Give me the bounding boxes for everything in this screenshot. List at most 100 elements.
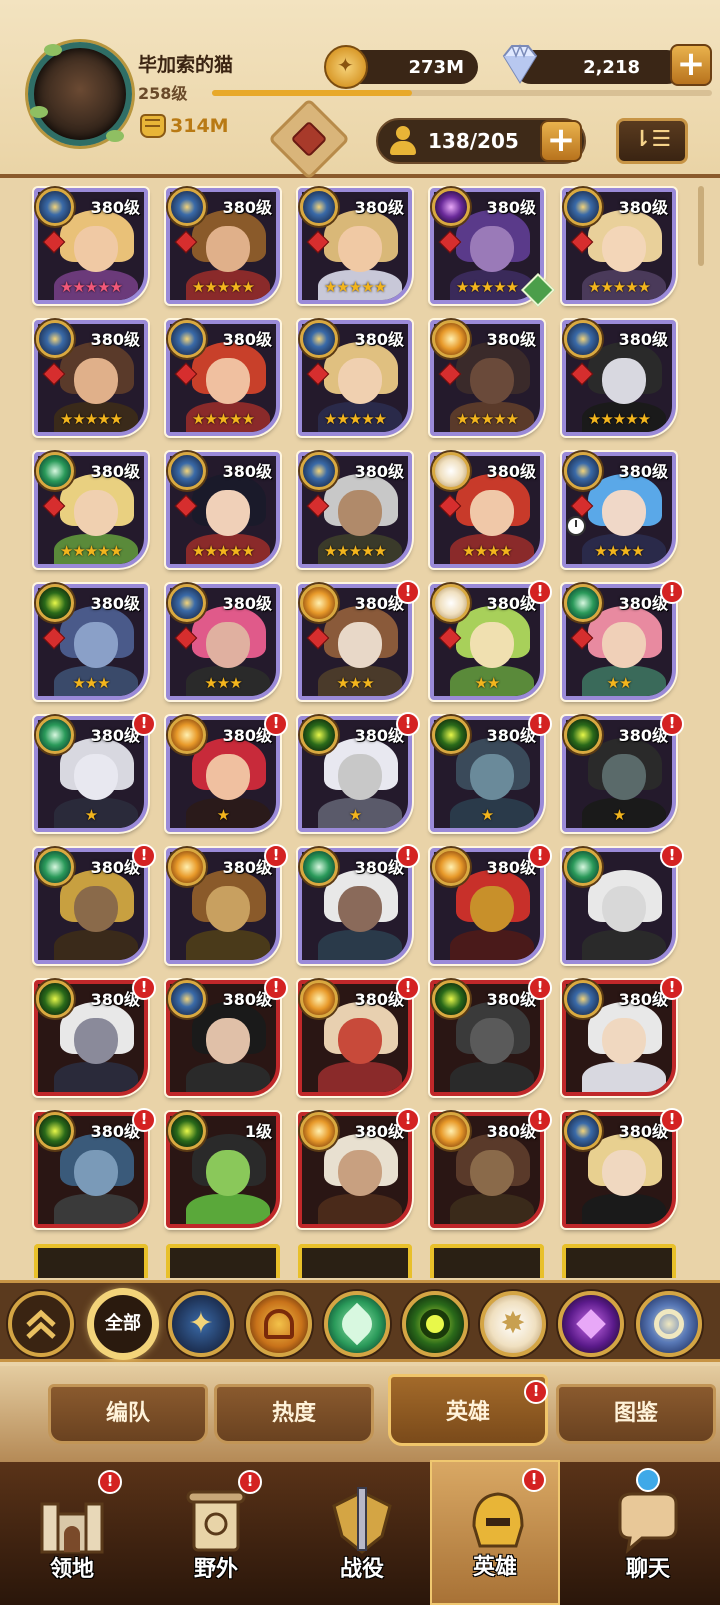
nav-wilds[interactable]: 野外 — [144, 1462, 288, 1605]
hero-alert-badge: ! — [264, 712, 288, 736]
filter-celestial-button[interactable]: ✸ — [480, 1291, 546, 1357]
nav-territory[interactable]: 领地 — [0, 1462, 144, 1605]
faction-icon — [36, 320, 74, 358]
hero-card-partial[interactable] — [562, 1244, 676, 1278]
graveborn-eye-icon — [420, 1309, 450, 1339]
sword-shield-icon — [332, 1487, 392, 1554]
guild-emblem-icon[interactable] — [267, 97, 351, 181]
faction-icon — [36, 188, 74, 226]
tab-popularity[interactable]: 热度 — [214, 1384, 374, 1444]
faction-icon — [36, 584, 74, 622]
hero-alert-badge: ! — [528, 580, 552, 604]
hero-card-partial[interactable] — [34, 1244, 148, 1278]
tab-formation[interactable]: 编队 — [48, 1384, 208, 1444]
filter-lightbearer-button[interactable]: ✦ — [168, 1291, 234, 1357]
hero-card-partial[interactable] — [166, 1244, 280, 1278]
collapse-filter-button[interactable] — [8, 1291, 74, 1357]
nav-wilds-alert-badge: ! — [238, 1470, 262, 1494]
add-diamonds-button[interactable]: + — [670, 44, 712, 86]
hero-alert-badge: ! — [396, 1108, 420, 1132]
hero-section-tabs: 编队 热度 英雄 ! 图鉴 — [0, 1366, 720, 1462]
player-name: 毕加索的猫 — [138, 54, 234, 76]
nav-territory-alert-badge: ! — [98, 1470, 122, 1494]
hero-star-rating: ★★ — [606, 674, 633, 692]
nav-heroes-alert-badge: ! — [522, 1468, 546, 1492]
faction-icon — [36, 1112, 74, 1150]
hero-level: 380级 — [486, 198, 536, 217]
wilder-leaf-icon — [335, 1302, 379, 1346]
tab-heroes[interactable]: 英雄 — [388, 1374, 548, 1446]
scrollbar-thumb[interactable] — [698, 186, 704, 266]
hero-alert-badge: ! — [396, 712, 420, 736]
hero-alert-badge: ! — [396, 976, 420, 1000]
faction-icon — [168, 188, 206, 226]
hero-star-rating: ★ — [216, 806, 230, 824]
hero-alert-badge: ! — [528, 976, 552, 1000]
expand-roster-button[interactable]: + — [540, 120, 582, 162]
hero-star-rating: ★★★★★ — [587, 278, 651, 296]
hero-star-rating: ★★★ — [336, 674, 374, 692]
hero-alert-badge: ! — [528, 844, 552, 868]
nav-territory-label: 领地 — [49, 1557, 94, 1582]
hero-alert-badge: ! — [660, 1108, 684, 1132]
hero-alert-badge: ! — [660, 976, 684, 1000]
nav-campaign[interactable]: 战役 — [290, 1462, 434, 1605]
filter-dimensional-button[interactable] — [636, 1291, 702, 1357]
hero-level: 380级 — [354, 462, 404, 481]
hero-star-rating: ★★★★★ — [455, 410, 519, 428]
tab-codex[interactable]: 图鉴 — [556, 1384, 716, 1444]
filter-graveborn-button[interactable] — [402, 1291, 468, 1357]
hero-level: 380级 — [618, 462, 668, 481]
chat-notification-dot — [636, 1468, 660, 1492]
scroll-map-icon — [186, 1490, 246, 1552]
faction-icon — [564, 320, 602, 358]
faction-icon — [564, 452, 602, 490]
filter-mauler-button[interactable] — [246, 1291, 312, 1357]
hero-star-rating: ★★★★ — [462, 542, 513, 560]
hero-alert-badge: ! — [264, 976, 288, 1000]
hero-card-partial[interactable] — [430, 1244, 544, 1278]
bottom-navigation: 领地 ! 野外 ! 战役 英雄 ! 聊天 — [0, 1460, 720, 1605]
dimensional-ring-icon — [654, 1309, 684, 1339]
hero-level: 380级 — [90, 198, 140, 217]
filter-wilder-button[interactable] — [324, 1291, 390, 1357]
hero-alert-badge: ! — [528, 712, 552, 736]
faction-icon — [432, 452, 470, 490]
faction-icon — [564, 980, 602, 1018]
hero-level: 380级 — [354, 198, 404, 217]
hero-alert-badge: ! — [264, 844, 288, 868]
hero-level: 380级 — [486, 330, 536, 349]
faction-icon — [168, 320, 206, 358]
hypogean-crystal-icon — [576, 1309, 606, 1339]
faction-icon — [36, 848, 74, 886]
hero-level: 380级 — [354, 330, 404, 349]
sort-button[interactable]: ⇂☰ — [616, 118, 688, 164]
hero-card-partial[interactable] — [298, 1244, 412, 1278]
hero-star-rating: ★★★ — [204, 674, 242, 692]
xp-bar-fill — [212, 90, 412, 96]
roster-count: 138/205 — [428, 129, 519, 153]
hero-star-rating: ★★★★★ — [59, 278, 123, 296]
filter-all-button[interactable]: 全部 — [90, 1291, 156, 1357]
filter-hypogean-button[interactable] — [558, 1291, 624, 1357]
hero-level: 380级 — [222, 198, 272, 217]
diamond-amount: 2,218 — [583, 56, 640, 78]
faction-icon — [432, 584, 470, 622]
gold-amount: 273M — [408, 56, 465, 78]
faction-icon — [564, 716, 602, 754]
faction-icon — [300, 980, 338, 1018]
helmet-icon — [472, 1492, 524, 1548]
faction-icon — [564, 584, 602, 622]
hero-star-rating: ★ — [612, 806, 626, 824]
hero-level: 380级 — [222, 462, 272, 481]
hero-alert-badge: ! — [660, 580, 684, 604]
hero-alert-badge: ! — [396, 844, 420, 868]
faction-icon — [168, 1112, 206, 1150]
faction-icon — [564, 1112, 602, 1150]
hero-star-rating: ★ — [84, 806, 98, 824]
player-avatar[interactable] — [28, 42, 132, 146]
faction-icon — [432, 320, 470, 358]
faction-icon — [300, 320, 338, 358]
hero-level: 380级 — [90, 330, 140, 349]
hero-grid[interactable]: 380级 ★★★★★ 380级 ★★★★★ 380级 ★★★★★ 380级 ★★★★★ 380级… — [0, 182, 720, 1278]
